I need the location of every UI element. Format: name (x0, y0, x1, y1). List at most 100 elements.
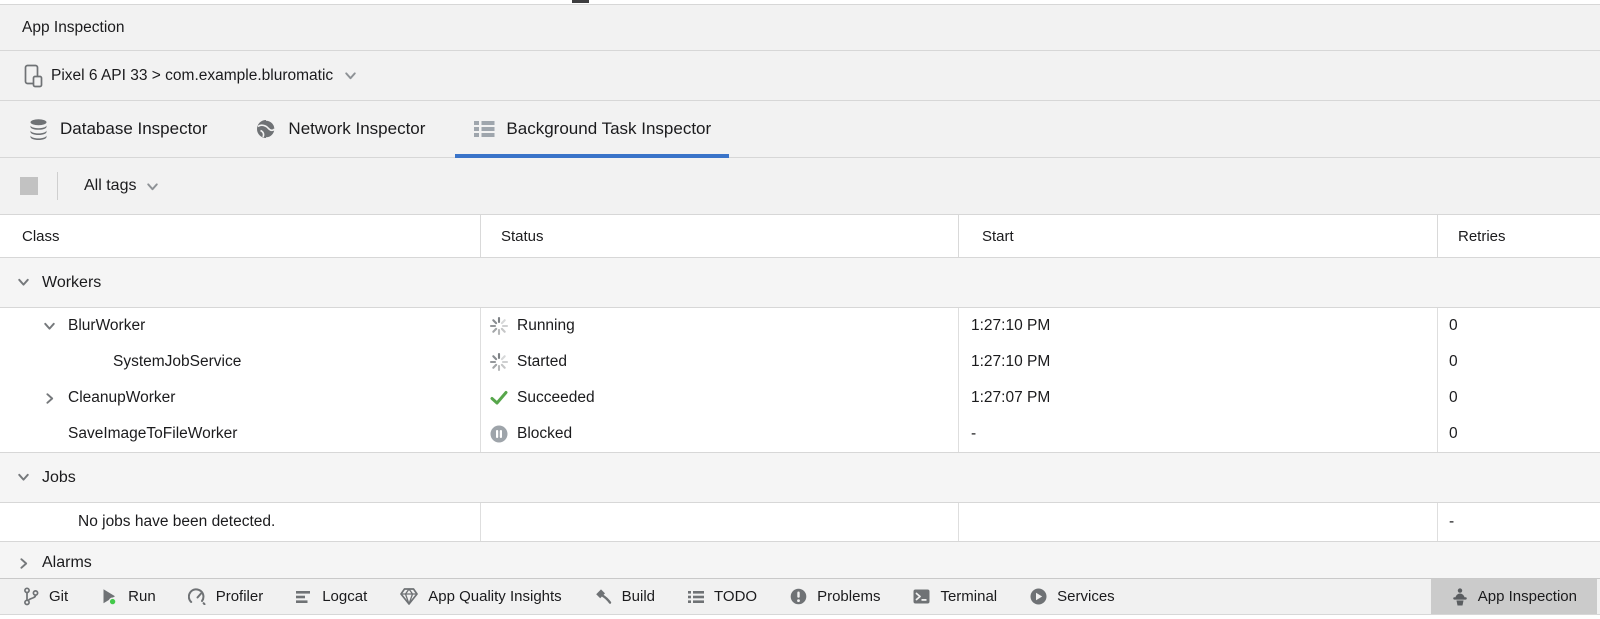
column-header-class[interactable]: Class (0, 215, 480, 257)
logcat-icon (295, 589, 313, 605)
toolwindow-app-quality-insights[interactable]: App Quality Insights (383, 579, 577, 614)
toolbar-divider (57, 172, 58, 200)
problems-icon (789, 587, 808, 606)
start-time: 1:27:10 PM (971, 317, 1050, 335)
group-label: Workers (42, 274, 101, 292)
toolwindow-services[interactable]: Services (1013, 579, 1131, 614)
device-phone-icon (24, 64, 43, 88)
device-bar: Pixel 6 API 33 > com.example.bluromatic (0, 51, 1600, 101)
chevron-down-icon[interactable] (16, 275, 31, 290)
group-row-jobs[interactable]: Jobs (0, 452, 1600, 503)
chevron-down-icon[interactable] (145, 179, 160, 194)
services-icon (1029, 587, 1048, 606)
tab-background-task-inspector[interactable]: Background Task Inspector (455, 101, 729, 157)
status-text: Running (517, 317, 575, 335)
empty-jobs-row: No jobs have been detected. - (0, 503, 1600, 541)
tab-label: Background Task Inspector (506, 119, 711, 139)
toolwindow-build[interactable]: Build (578, 579, 671, 614)
table-row[interactable]: BlurWorker (0, 308, 1600, 344)
chevron-down-icon[interactable] (42, 319, 68, 334)
toolwindow-app-inspection[interactable]: App Inspection (1431, 579, 1597, 614)
graph-view-toggle-icon[interactable] (20, 177, 38, 195)
app-inspection-icon (1451, 587, 1469, 607)
toolwindow-label: Terminal (940, 588, 997, 605)
gem-icon (399, 587, 419, 606)
table-header: Class Status Start Retries (0, 214, 1600, 258)
tab-network-inspector[interactable]: Network Inspector (237, 101, 443, 157)
database-icon (28, 118, 49, 140)
toolwindow-terminal[interactable]: Terminal (896, 579, 1013, 614)
toolwindow-label: App Quality Insights (428, 588, 561, 605)
start-time: - (971, 425, 976, 443)
toolwindow-run[interactable]: Run (84, 579, 172, 614)
retries-count: - (1449, 513, 1454, 531)
toolwindow-label: Build (622, 588, 655, 605)
worker-class-name: BlurWorker (68, 317, 145, 335)
panel-header: App Inspection (0, 4, 1600, 51)
globe-icon (255, 118, 277, 140)
pause-icon (489, 424, 509, 444)
filter-bar: All tags (0, 158, 1600, 214)
column-header-status[interactable]: Status (480, 215, 958, 257)
group-row-alarms[interactable]: Alarms (0, 541, 1600, 578)
retries-count: 0 (1449, 353, 1458, 371)
run-play-icon (100, 587, 119, 606)
toolwindow-label: Problems (817, 588, 880, 605)
check-icon (489, 388, 509, 408)
worker-class-name: CleanupWorker (68, 389, 175, 407)
toolwindow-git[interactable]: Git (6, 579, 84, 614)
spinner-icon (489, 316, 509, 336)
terminal-icon (912, 587, 931, 606)
toolwindow-label: Git (49, 588, 68, 605)
task-list-icon (473, 119, 495, 139)
inspector-tab-bar: Database Inspector Network Inspector (0, 101, 1600, 158)
device-selector[interactable]: Pixel 6 API 33 > com.example.bluromatic (51, 67, 333, 85)
empty-message: No jobs have been detected. (78, 513, 275, 531)
chevron-down-icon[interactable] (16, 470, 31, 485)
table-row[interactable]: SystemJobService (0, 344, 1600, 380)
worker-class-name: SaveImageToFileWorker (68, 425, 237, 443)
profiler-gauge-icon (188, 588, 207, 605)
column-header-start[interactable]: Start (958, 215, 1437, 257)
retries-count: 0 (1449, 317, 1458, 335)
group-label: Alarms (42, 554, 92, 572)
toolwindow-logcat[interactable]: Logcat (279, 579, 383, 614)
group-row-workers[interactable]: Workers (0, 258, 1600, 308)
git-branch-icon (22, 587, 40, 606)
chevron-right-icon[interactable] (42, 391, 68, 406)
splitter-handle[interactable] (572, 0, 589, 3)
tab-database-inspector[interactable]: Database Inspector (10, 101, 225, 157)
status-text: Started (517, 353, 567, 371)
column-header-retries[interactable]: Retries (1437, 215, 1600, 257)
todo-list-icon (687, 589, 705, 605)
start-time: 1:27:07 PM (971, 389, 1050, 407)
chevron-right-icon[interactable] (16, 556, 31, 571)
retries-count: 0 (1449, 389, 1458, 407)
spinner-icon (489, 352, 509, 372)
tags-filter-dropdown[interactable]: All tags (84, 177, 136, 195)
toolwindow-profiler[interactable]: Profiler (172, 579, 280, 614)
start-time: 1:27:10 PM (971, 353, 1050, 371)
toolwindow-label: App Inspection (1478, 588, 1577, 605)
group-label: Jobs (42, 469, 76, 487)
toolwindow-problems[interactable]: Problems (773, 579, 896, 614)
chevron-down-icon[interactable] (343, 68, 358, 83)
bottom-strip (0, 615, 1600, 619)
toolwindow-todo[interactable]: TODO (671, 579, 773, 614)
panel-title: App Inspection (22, 19, 125, 37)
toolwindow-label: Run (128, 588, 156, 605)
task-table: Workers BlurWorker (0, 258, 1600, 578)
app-inspection-panel: App Inspection Pixel 6 API 33 > com.exam… (0, 0, 1600, 619)
tab-label: Network Inspector (288, 119, 425, 139)
toolwindow-label: TODO (714, 588, 757, 605)
hammer-icon (594, 587, 613, 606)
toolwindow-label: Profiler (216, 588, 264, 605)
worker-class-name: SystemJobService (113, 353, 241, 371)
retries-count: 0 (1449, 425, 1458, 443)
tool-window-bar: Git Run Profiler (0, 578, 1600, 615)
table-row[interactable]: SaveImageToFileWorker Blocked - 0 (0, 416, 1600, 452)
table-row[interactable]: CleanupWorker Succeeded 1:27:07 PM 0 (0, 380, 1600, 416)
status-text: Succeeded (517, 389, 595, 407)
toolwindow-label: Logcat (322, 588, 367, 605)
tab-label: Database Inspector (60, 119, 207, 139)
